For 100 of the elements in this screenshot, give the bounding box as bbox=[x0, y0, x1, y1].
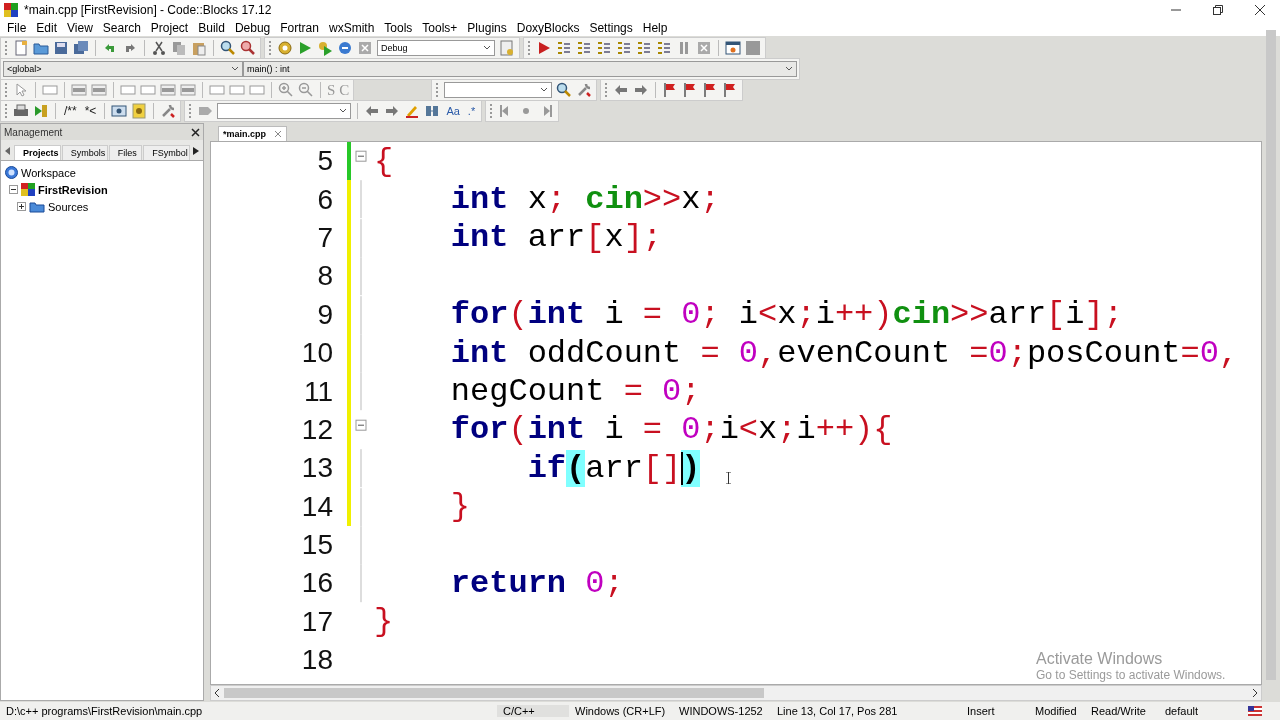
line-number: 18 bbox=[300, 644, 334, 677]
menu-item[interactable]: File bbox=[2, 21, 32, 35]
play-icon[interactable] bbox=[536, 40, 552, 56]
close-icon[interactable] bbox=[191, 127, 200, 137]
status-field: default bbox=[1159, 705, 1231, 717]
line-number: 6 bbox=[316, 183, 334, 216]
code-line: } bbox=[374, 603, 394, 641]
caret-icon bbox=[231, 66, 239, 72]
scrollbar-thumb[interactable] bbox=[1266, 30, 1276, 680]
file-tab[interactable]: *main.cpp bbox=[218, 126, 287, 141]
magnifier-icon[interactable] bbox=[240, 40, 256, 56]
wrench-icon[interactable] bbox=[160, 103, 177, 119]
menu-item[interactable]: Settings bbox=[584, 21, 638, 35]
scroll-left-icon[interactable] bbox=[215, 689, 220, 697]
zoom-in-icon[interactable] bbox=[278, 82, 294, 98]
collapse-icon[interactable] bbox=[9, 185, 18, 194]
status-field: Windows (CR+LF) bbox=[569, 705, 673, 717]
panel-tab[interactable]: Projects bbox=[14, 145, 61, 160]
menu-item[interactable]: Search bbox=[97, 21, 146, 35]
restore-icon[interactable] bbox=[1212, 4, 1224, 16]
save-icon[interactable] bbox=[53, 40, 69, 56]
pointer-icon[interactable] bbox=[13, 82, 29, 98]
line-number: 12 bbox=[300, 413, 334, 446]
line-number: 8 bbox=[316, 260, 334, 293]
status-field: Modified bbox=[1029, 705, 1085, 717]
menu-item[interactable]: DoxyBlocks bbox=[511, 21, 585, 35]
new-file-icon[interactable] bbox=[13, 40, 29, 56]
run-icon[interactable] bbox=[33, 103, 49, 119]
menu-item[interactable]: Tools bbox=[379, 21, 418, 35]
stop-icon[interactable] bbox=[357, 40, 373, 56]
panel-icon[interactable] bbox=[180, 82, 196, 98]
close-icon[interactable] bbox=[1254, 4, 1266, 16]
line-number: 15 bbox=[300, 529, 334, 562]
search-icon[interactable] bbox=[220, 40, 236, 56]
dialog-icon[interactable] bbox=[111, 103, 128, 119]
menu-item[interactable]: Project bbox=[145, 21, 194, 35]
window-icon[interactable] bbox=[725, 40, 741, 56]
build-target-dropdown[interactable]: Debug bbox=[377, 40, 495, 56]
menu-item[interactable]: View bbox=[62, 21, 98, 35]
status-field: Line 13, Col 17, Pos 281 bbox=[771, 705, 961, 717]
panel-tab[interactable]: Symbols bbox=[61, 145, 108, 160]
function-dropdown[interactable]: main() : int bbox=[243, 61, 797, 77]
highlighter-icon[interactable] bbox=[404, 103, 421, 119]
menu-item[interactable]: Debug bbox=[229, 21, 276, 35]
folder-icon[interactable] bbox=[33, 40, 49, 56]
comment-button[interactable]: *< bbox=[82, 104, 99, 118]
scope-dropdown[interactable]: <global> bbox=[3, 61, 243, 77]
menu-item[interactable]: Help bbox=[637, 21, 673, 35]
comment-button[interactable]: /** bbox=[62, 104, 79, 118]
printer-icon[interactable] bbox=[13, 103, 29, 119]
search-option-button[interactable]: Aa bbox=[444, 105, 462, 117]
zoom-out-icon[interactable] bbox=[298, 82, 314, 98]
code-line: for(int i = 0; i<x;i++)cin>>arr[i]; bbox=[449, 296, 1123, 334]
menu-item[interactable]: Build bbox=[193, 21, 230, 35]
panel-icon[interactable] bbox=[71, 82, 87, 98]
panel-icon[interactable] bbox=[91, 82, 107, 98]
columns-icon[interactable] bbox=[424, 103, 441, 119]
tree-item[interactable]: FirstRevision bbox=[38, 183, 108, 196]
scroll-right-icon[interactable] bbox=[1252, 689, 1257, 697]
panel-tab[interactable]: Files bbox=[108, 145, 143, 160]
tree-item[interactable]: Workspace bbox=[21, 166, 76, 179]
menu-item[interactable]: Plugins bbox=[462, 21, 512, 35]
panel-title: Management bbox=[4, 126, 63, 138]
code-line: negCount = 0; bbox=[449, 373, 701, 411]
panel-icon[interactable] bbox=[160, 82, 176, 98]
folder-icon bbox=[29, 200, 45, 213]
menu-item[interactable]: Fortran bbox=[275, 21, 324, 35]
code-line: if(arr[]) bbox=[526, 449, 701, 487]
save-all-icon[interactable] bbox=[73, 40, 89, 56]
code-line: } bbox=[449, 488, 470, 526]
status-field: C/C++ bbox=[497, 705, 569, 717]
play-icon[interactable] bbox=[297, 40, 313, 56]
wrench-icon[interactable] bbox=[576, 82, 593, 98]
fold-collapse-icon[interactable] bbox=[355, 150, 367, 162]
search-option-button[interactable]: .* bbox=[465, 105, 478, 117]
left-arrow-icon[interactable] bbox=[5, 147, 11, 155]
menu-item[interactable]: wxSmith bbox=[323, 21, 380, 35]
scrollbar-thumb[interactable] bbox=[224, 688, 764, 698]
search-icon[interactable] bbox=[556, 82, 573, 98]
line-number: 13 bbox=[300, 452, 334, 485]
window-title: *main.cpp [FirstRevision] - Code::Blocks 17.12 bbox=[24, 3, 273, 17]
line-number: 11 bbox=[302, 375, 334, 408]
line-number: 10 bbox=[300, 337, 334, 370]
right-arrow-icon[interactable] bbox=[193, 147, 199, 155]
code-line: int oddCount = 0,evenCount =0;posCount=0, bbox=[449, 334, 1239, 372]
clipboard-icon[interactable] bbox=[191, 40, 207, 56]
menu-item[interactable]: Edit bbox=[31, 21, 63, 35]
caret-icon bbox=[339, 108, 348, 114]
app-icon bbox=[4, 3, 18, 17]
panel-tab[interactable]: FSymbol bbox=[143, 145, 190, 160]
stop-icon[interactable] bbox=[696, 40, 712, 56]
scissors-icon[interactable] bbox=[151, 40, 167, 56]
tree-item[interactable]: Sources bbox=[48, 200, 89, 213]
expand-icon[interactable] bbox=[17, 202, 26, 211]
line-number: 7 bbox=[316, 221, 334, 254]
fold-collapse-icon[interactable] bbox=[355, 419, 367, 431]
menu-item[interactable]: Tools+ bbox=[417, 21, 463, 35]
code-line: int arr[x]; bbox=[449, 219, 663, 257]
globe-icon bbox=[5, 166, 18, 179]
symbol-dropdown[interactable] bbox=[217, 103, 352, 119]
